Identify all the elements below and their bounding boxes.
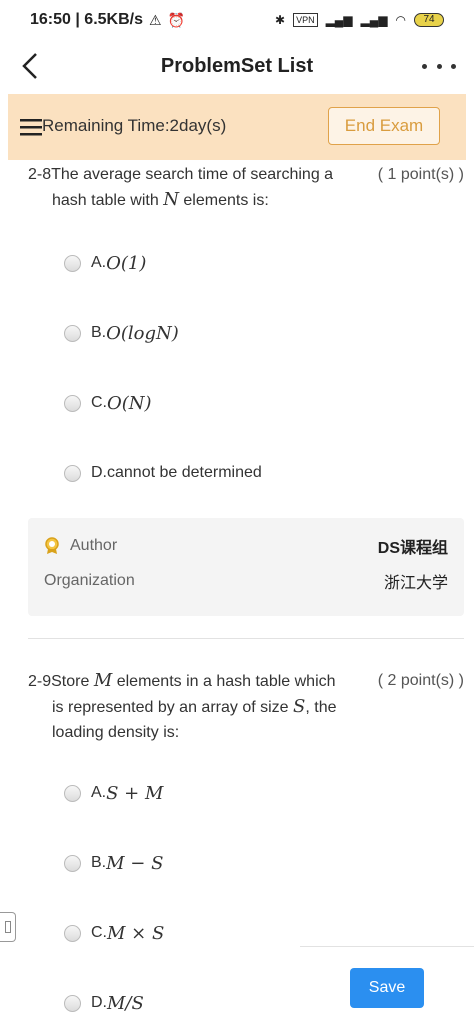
option-b[interactable]: B. O(logN) xyxy=(64,318,179,348)
option-prefix: C. xyxy=(91,924,107,941)
question-header: 2-8The average search time of searching … xyxy=(28,162,348,213)
option-prefix: A. xyxy=(91,784,107,801)
author-value: DS课程组 xyxy=(377,540,448,557)
radio-button[interactable] xyxy=(64,394,81,412)
no-disturb-icon: ⚠ xyxy=(148,11,162,28)
author-label: Author xyxy=(70,537,118,554)
author-label-group: Author xyxy=(44,537,117,555)
radio-button[interactable] xyxy=(64,784,81,802)
option-d[interactable]: D. M/S xyxy=(64,988,144,1018)
status-bar: 16:50 | 6.5KB/s ⚠ ⏰ ✱ VPN ▂▄▆ ▂▄▆ ◠ 74 xyxy=(0,0,474,40)
dot-icon xyxy=(451,63,456,69)
option-math: M × S xyxy=(107,922,165,944)
option-prefix: B. xyxy=(91,324,107,341)
option-c[interactable]: C. O(N) xyxy=(64,388,152,418)
award-icon xyxy=(45,537,59,554)
question-text: is represented by an array of size xyxy=(52,699,289,716)
math-var: M xyxy=(93,670,113,691)
author-row: Author DS课程组 xyxy=(44,534,448,558)
status-right: ✱ VPN ▂▄▆ ▂▄▆ ◠ 74 xyxy=(275,13,444,27)
question-text: hash table with xyxy=(52,192,159,209)
option-math: O(logN) xyxy=(106,322,179,344)
page-title: ProblemSet List xyxy=(160,54,314,77)
wifi-icon: ◠ xyxy=(395,13,406,27)
radio-button[interactable] xyxy=(64,854,81,872)
nav-bar: ProblemSet List xyxy=(0,40,474,92)
timer-bar: Remaining Time:2day(s) End Exam xyxy=(8,94,466,160)
vpn-badge: VPN xyxy=(293,13,318,27)
radio-button[interactable] xyxy=(64,464,81,482)
option-math: S + M xyxy=(106,782,164,804)
menu-icon[interactable] xyxy=(20,118,44,136)
radio-button[interactable] xyxy=(64,924,81,942)
option-d[interactable]: D. cannot be determined xyxy=(64,458,262,488)
option-b[interactable]: B. M − S xyxy=(64,848,163,878)
option-prefix: C. xyxy=(91,394,107,411)
option-a[interactable]: A. S + M xyxy=(64,778,163,808)
question-points: ( 1 point(s) ) xyxy=(377,166,464,183)
option-prefix: A. xyxy=(91,254,107,271)
question-meta: Author DS课程组 Organization 浙江大学 xyxy=(28,518,464,616)
organization-value: 浙江大学 xyxy=(383,575,448,592)
divider xyxy=(28,638,464,639)
signal-icon: ▂▄▆ xyxy=(325,13,353,27)
status-left: 16:50 | 6.5KB/s ⚠ ⏰ xyxy=(30,11,185,29)
dot-icon xyxy=(436,63,442,69)
footer-divider xyxy=(300,946,474,947)
end-exam-button[interactable]: End Exam xyxy=(328,107,440,145)
radio-button[interactable] xyxy=(64,254,81,272)
option-math: O(1) xyxy=(106,252,147,274)
more-options-button[interactable] xyxy=(422,54,456,78)
dot-icon xyxy=(422,63,427,69)
option-c[interactable]: C. M × S xyxy=(64,918,164,948)
battery-icon: 74 xyxy=(414,13,444,27)
save-button[interactable]: Save xyxy=(350,968,424,1008)
status-time-speed: 16:50 | 6.5KB/s xyxy=(30,11,143,28)
question-text: , the xyxy=(305,699,337,716)
option-a[interactable]: A. O(1) xyxy=(64,248,146,278)
question-text: elements in a hash table which xyxy=(116,673,336,690)
alarm-icon: ⏰ xyxy=(167,11,185,28)
question-text: elements is: xyxy=(183,192,269,209)
question-number: 2-9 xyxy=(28,673,52,690)
option-math: O(N) xyxy=(107,392,152,414)
question-text: loading density is: xyxy=(52,724,180,741)
question-header: 2-9Store M elements in a hash table whic… xyxy=(28,668,358,745)
question-number: 2-8 xyxy=(28,166,52,183)
option-prefix: D. xyxy=(91,994,107,1011)
bluetooth-icon: ✱ xyxy=(275,13,286,27)
radio-button[interactable] xyxy=(64,994,81,1012)
panel-icon xyxy=(5,921,11,933)
question-text: The average search time of searching a xyxy=(51,166,334,183)
question-points: ( 2 point(s) ) xyxy=(377,672,464,689)
math-var: N xyxy=(163,189,179,210)
organization-label: Organization xyxy=(44,572,135,589)
question-text: Store xyxy=(51,673,90,690)
remaining-time: Remaining Time:2day(s) xyxy=(42,116,227,135)
back-button[interactable] xyxy=(18,50,46,82)
option-prefix: B. xyxy=(91,854,107,871)
chevron-left-icon xyxy=(22,53,37,79)
signal-icon-2: ▂▄▆ xyxy=(360,13,388,27)
side-panel-tab[interactable] xyxy=(0,912,16,942)
organization-row: Organization 浙江大学 xyxy=(44,569,448,593)
option-math: M/S xyxy=(107,992,144,1014)
radio-button[interactable] xyxy=(64,324,81,342)
option-text: cannot be determined xyxy=(107,464,262,481)
option-math: M − S xyxy=(106,852,164,874)
option-prefix: D. xyxy=(91,464,107,481)
math-var: S xyxy=(293,696,306,717)
